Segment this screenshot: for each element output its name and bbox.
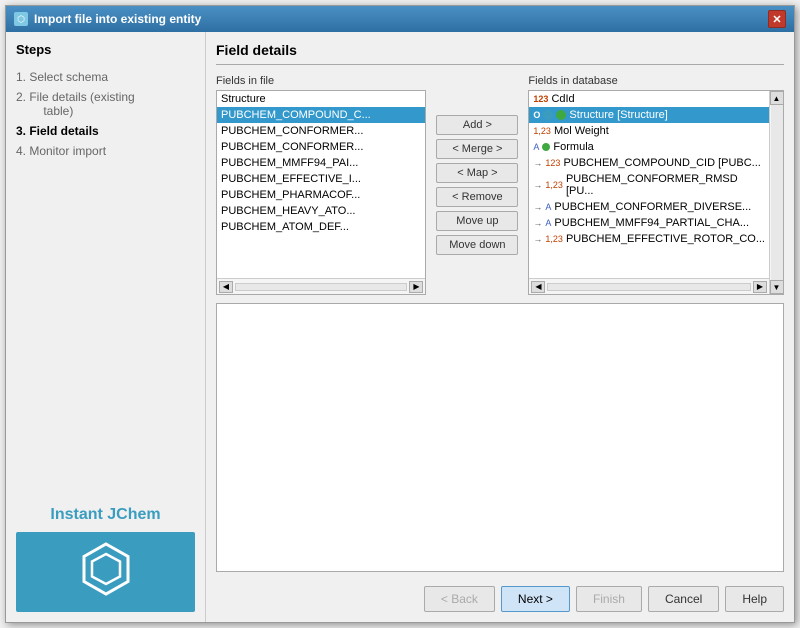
finish-button[interactable]: Finish	[576, 586, 642, 612]
hscroll-left-db[interactable]: ◀	[531, 281, 545, 293]
cancel-button[interactable]: Cancel	[648, 586, 719, 612]
logo-text: Instant JChem	[16, 506, 195, 524]
fields-in-db-label: Fields in database	[528, 75, 784, 87]
file-field-compound-cid[interactable]: PUBCHEM_COMPOUND_C...	[217, 107, 425, 123]
main-panel: Field details Fields in file Structure P…	[206, 32, 794, 622]
fields-in-file-label: Fields in file	[216, 75, 426, 87]
db-vscrollbar[interactable]: ▲ ▼	[769, 91, 783, 294]
window-title: Import file into existing entity	[34, 12, 201, 26]
sidebar-logo: Instant JChem	[16, 506, 195, 612]
main-window: ⬡ Import file into existing entity ✕ Ste…	[5, 5, 795, 623]
db-field-conformer-diverse[interactable]: → A PUBCHEM_CONFORMER_DIVERSE...	[529, 199, 769, 215]
step-4: 4. Monitor import	[16, 141, 195, 161]
db-field-mmff94-partial[interactable]: → A PUBCHEM_MMFF94_PARTIAL_CHA...	[529, 215, 769, 231]
main-title: Field details	[216, 42, 784, 65]
file-fields-hscrollbar[interactable]: ◀ ▶	[217, 278, 425, 294]
hscroll-track-db	[547, 283, 751, 291]
hscroll-left-file[interactable]: ◀	[219, 281, 233, 293]
vscroll-down-db[interactable]: ▼	[770, 280, 784, 294]
hscroll-right-db[interactable]: ▶	[753, 281, 767, 293]
db-field-mol-weight[interactable]: 1,23 Mol Weight	[529, 123, 769, 139]
fields-area: Fields in file Structure PUBCHEM_COMPOUN…	[216, 75, 784, 295]
file-field-conformer-1[interactable]: PUBCHEM_CONFORMER...	[217, 123, 425, 139]
db-field-cdid[interactable]: 123 CdId	[529, 91, 769, 107]
detail-panel	[216, 303, 784, 572]
file-field-pharmacof[interactable]: PUBCHEM_PHARMACOF...	[217, 187, 425, 203]
hscroll-right-file[interactable]: ▶	[409, 281, 423, 293]
steps-title: Steps	[16, 42, 195, 57]
vscroll-track-db	[771, 105, 783, 280]
hscroll-track-file	[235, 283, 407, 291]
fields-in-file-panel: Fields in file Structure PUBCHEM_COMPOUN…	[216, 75, 426, 295]
fields-in-db-panel: Fields in database 123 CdId O	[528, 75, 784, 295]
sidebar: Steps 1. Select schema 2. File details (…	[6, 32, 206, 622]
file-field-effective[interactable]: PUBCHEM_EFFECTIVE_I...	[217, 171, 425, 187]
content-area: Steps 1. Select schema 2. File details (…	[6, 32, 794, 622]
close-button[interactable]: ✕	[768, 10, 786, 28]
file-field-conformer-2[interactable]: PUBCHEM_CONFORMER...	[217, 139, 425, 155]
logo-box	[16, 532, 195, 612]
db-field-structure[interactable]: O Structure [Structure]	[529, 107, 769, 123]
db-field-effective-rotor[interactable]: → 1,23 PUBCHEM_EFFECTIVE_ROTOR_CO...	[529, 231, 769, 247]
structure-circle-icon	[543, 110, 553, 120]
file-field-heavy-atom[interactable]: PUBCHEM_HEAVY_ATO...	[217, 203, 425, 219]
remove-button[interactable]: < Remove	[436, 187, 518, 207]
db-fields-list: 123 CdId O Structure [Structure]	[528, 90, 784, 295]
step-2: 2. File details (existing table)	[30, 87, 195, 121]
file-field-atom-def[interactable]: PUBCHEM_ATOM_DEF...	[217, 219, 425, 235]
file-field-structure[interactable]: Structure	[217, 91, 425, 107]
formula-icon	[542, 143, 550, 151]
db-field-pubchem-cid[interactable]: → 123 PUBCHEM_COMPOUND_CID [PUBC...	[529, 155, 769, 171]
db-fields-scroll[interactable]: 123 CdId O Structure [Structure]	[529, 91, 769, 278]
step-1: 1. Select schema	[16, 67, 195, 87]
action-buttons: Add > < Merge > < Map > < Remove Move up…	[432, 75, 522, 295]
file-field-mmff94[interactable]: PUBCHEM_MMFF94_PAI...	[217, 155, 425, 171]
step-3: 3. Field details	[16, 121, 195, 141]
file-fields-scroll[interactable]: Structure PUBCHEM_COMPOUND_C... PUBCHEM_…	[217, 91, 425, 278]
help-button[interactable]: Help	[725, 586, 784, 612]
steps-list: 1. Select schema 2. File details (existi…	[16, 67, 195, 161]
title-bar-left: ⬡ Import file into existing entity	[14, 12, 201, 26]
structure-green-icon	[556, 110, 566, 120]
db-field-formula[interactable]: A Formula	[529, 139, 769, 155]
vscroll-up-db[interactable]: ▲	[770, 91, 784, 105]
next-button[interactable]: Next >	[501, 586, 570, 612]
db-field-conformer-rmsd[interactable]: → 1,23 PUBCHEM_CONFORMER_RMSD [PU...	[529, 171, 769, 199]
move-up-button[interactable]: Move up	[436, 211, 518, 231]
merge-button[interactable]: < Merge >	[436, 139, 518, 159]
move-down-button[interactable]: Move down	[436, 235, 518, 255]
map-button[interactable]: < Map >	[436, 163, 518, 183]
add-button[interactable]: Add >	[436, 115, 518, 135]
bottom-buttons: < Back Next > Finish Cancel Help	[216, 580, 784, 612]
back-button[interactable]: < Back	[424, 586, 495, 612]
db-fields-hscrollbar[interactable]: ◀ ▶	[529, 278, 769, 294]
window-icon: ⬡	[14, 12, 28, 26]
logo-icon	[76, 539, 136, 605]
file-fields-list: Structure PUBCHEM_COMPOUND_C... PUBCHEM_…	[216, 90, 426, 295]
title-bar: ⬡ Import file into existing entity ✕	[6, 6, 794, 32]
